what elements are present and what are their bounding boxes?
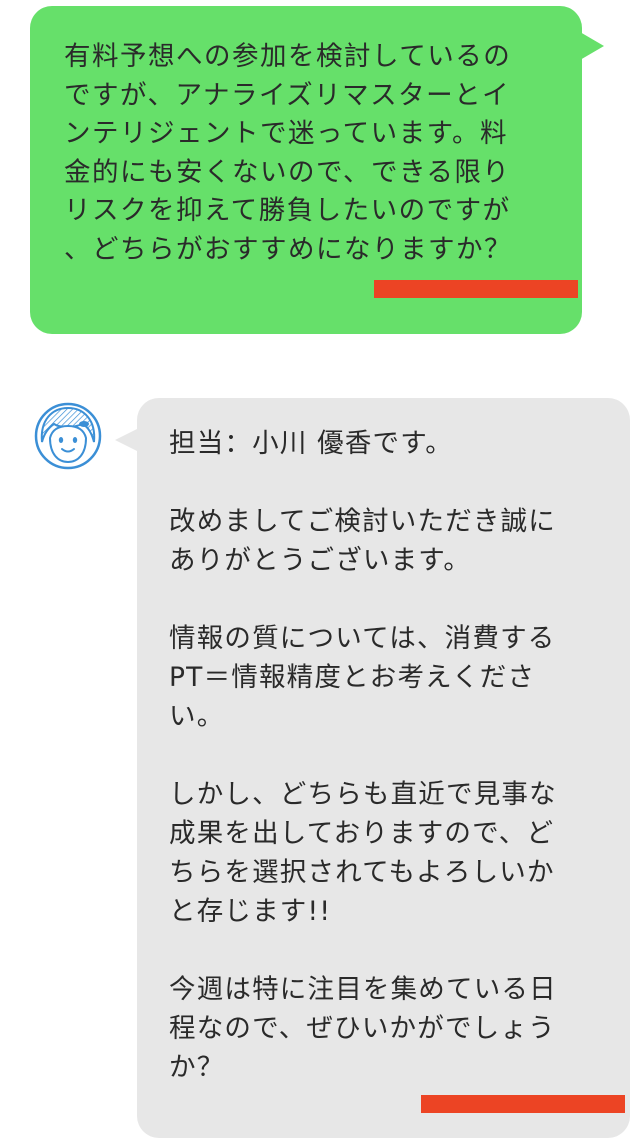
incoming-message-bubble[interactable]: 担当：小川 優香です。 改めましてご検討いただき誠に ありがとうございます。 情… [115, 398, 630, 1138]
outgoing-message-bubble[interactable]: 有料予想への参加を検討しているの ですが、アナライズリマスターとイ ンテリジェン… [30, 6, 604, 334]
female-operator-avatar-icon[interactable] [34, 402, 102, 470]
incoming-paragraph-greeting: 担当：小川 優香です。 [169, 428, 453, 459]
chat-thread: 有料予想への参加を検討しているの ですが、アナライズリマスターとイ ンテリジェン… [0, 0, 640, 1138]
incoming-paragraph-thanks: 改めましてご検討いただき誠に ありがとうございます。 [169, 506, 557, 576]
outgoing-message-text: 有料予想への参加を検討しているの ですが、アナライズリマスターとイ ンテリジェン… [64, 41, 512, 265]
incoming-paragraph-recommendation: 今週は特に注目を集めている日 程なので、ぜひいかがでしょう か？ [169, 974, 557, 1083]
incoming-paragraph-quality: 情報の質については、消費する PT＝情報精度とお考えくださ い。 [169, 623, 556, 732]
incoming-paragraph-results: しかし、どちらも直近で見事な 成果を出しておりますので、ど ちらを選択されてもよ… [169, 779, 557, 927]
redaction-bar [374, 280, 578, 298]
redaction-bar [421, 1095, 625, 1113]
